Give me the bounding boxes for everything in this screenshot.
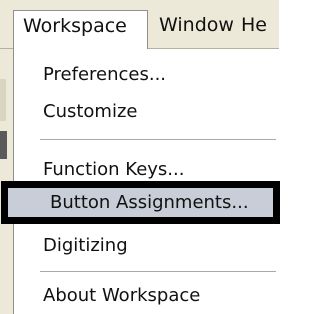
- background-panel-fragment: [0, 79, 6, 121]
- menu-help[interactable]: He: [232, 10, 292, 40]
- menu-separator: [40, 271, 276, 272]
- menu-item-about-workspace[interactable]: About Workspace: [14, 279, 280, 313]
- menu-item-preferences[interactable]: Preferences...: [14, 58, 280, 92]
- menu-bar: Workspace Window He: [0, 0, 279, 50]
- menu-item-button-assignments[interactable]: Button Assignments...: [1, 181, 280, 224]
- background-panel-fragment-dark: [0, 131, 7, 159]
- workspace-dropdown-menu: Preferences... Customize Function Keys..…: [1, 49, 280, 314]
- menu-window[interactable]: Window: [150, 10, 234, 40]
- menu-workspace[interactable]: Workspace: [13, 10, 148, 50]
- menu-item-customize[interactable]: Customize: [14, 95, 280, 129]
- menu-separator: [40, 139, 276, 140]
- menu-item-digitizing[interactable]: Digitizing: [14, 229, 280, 263]
